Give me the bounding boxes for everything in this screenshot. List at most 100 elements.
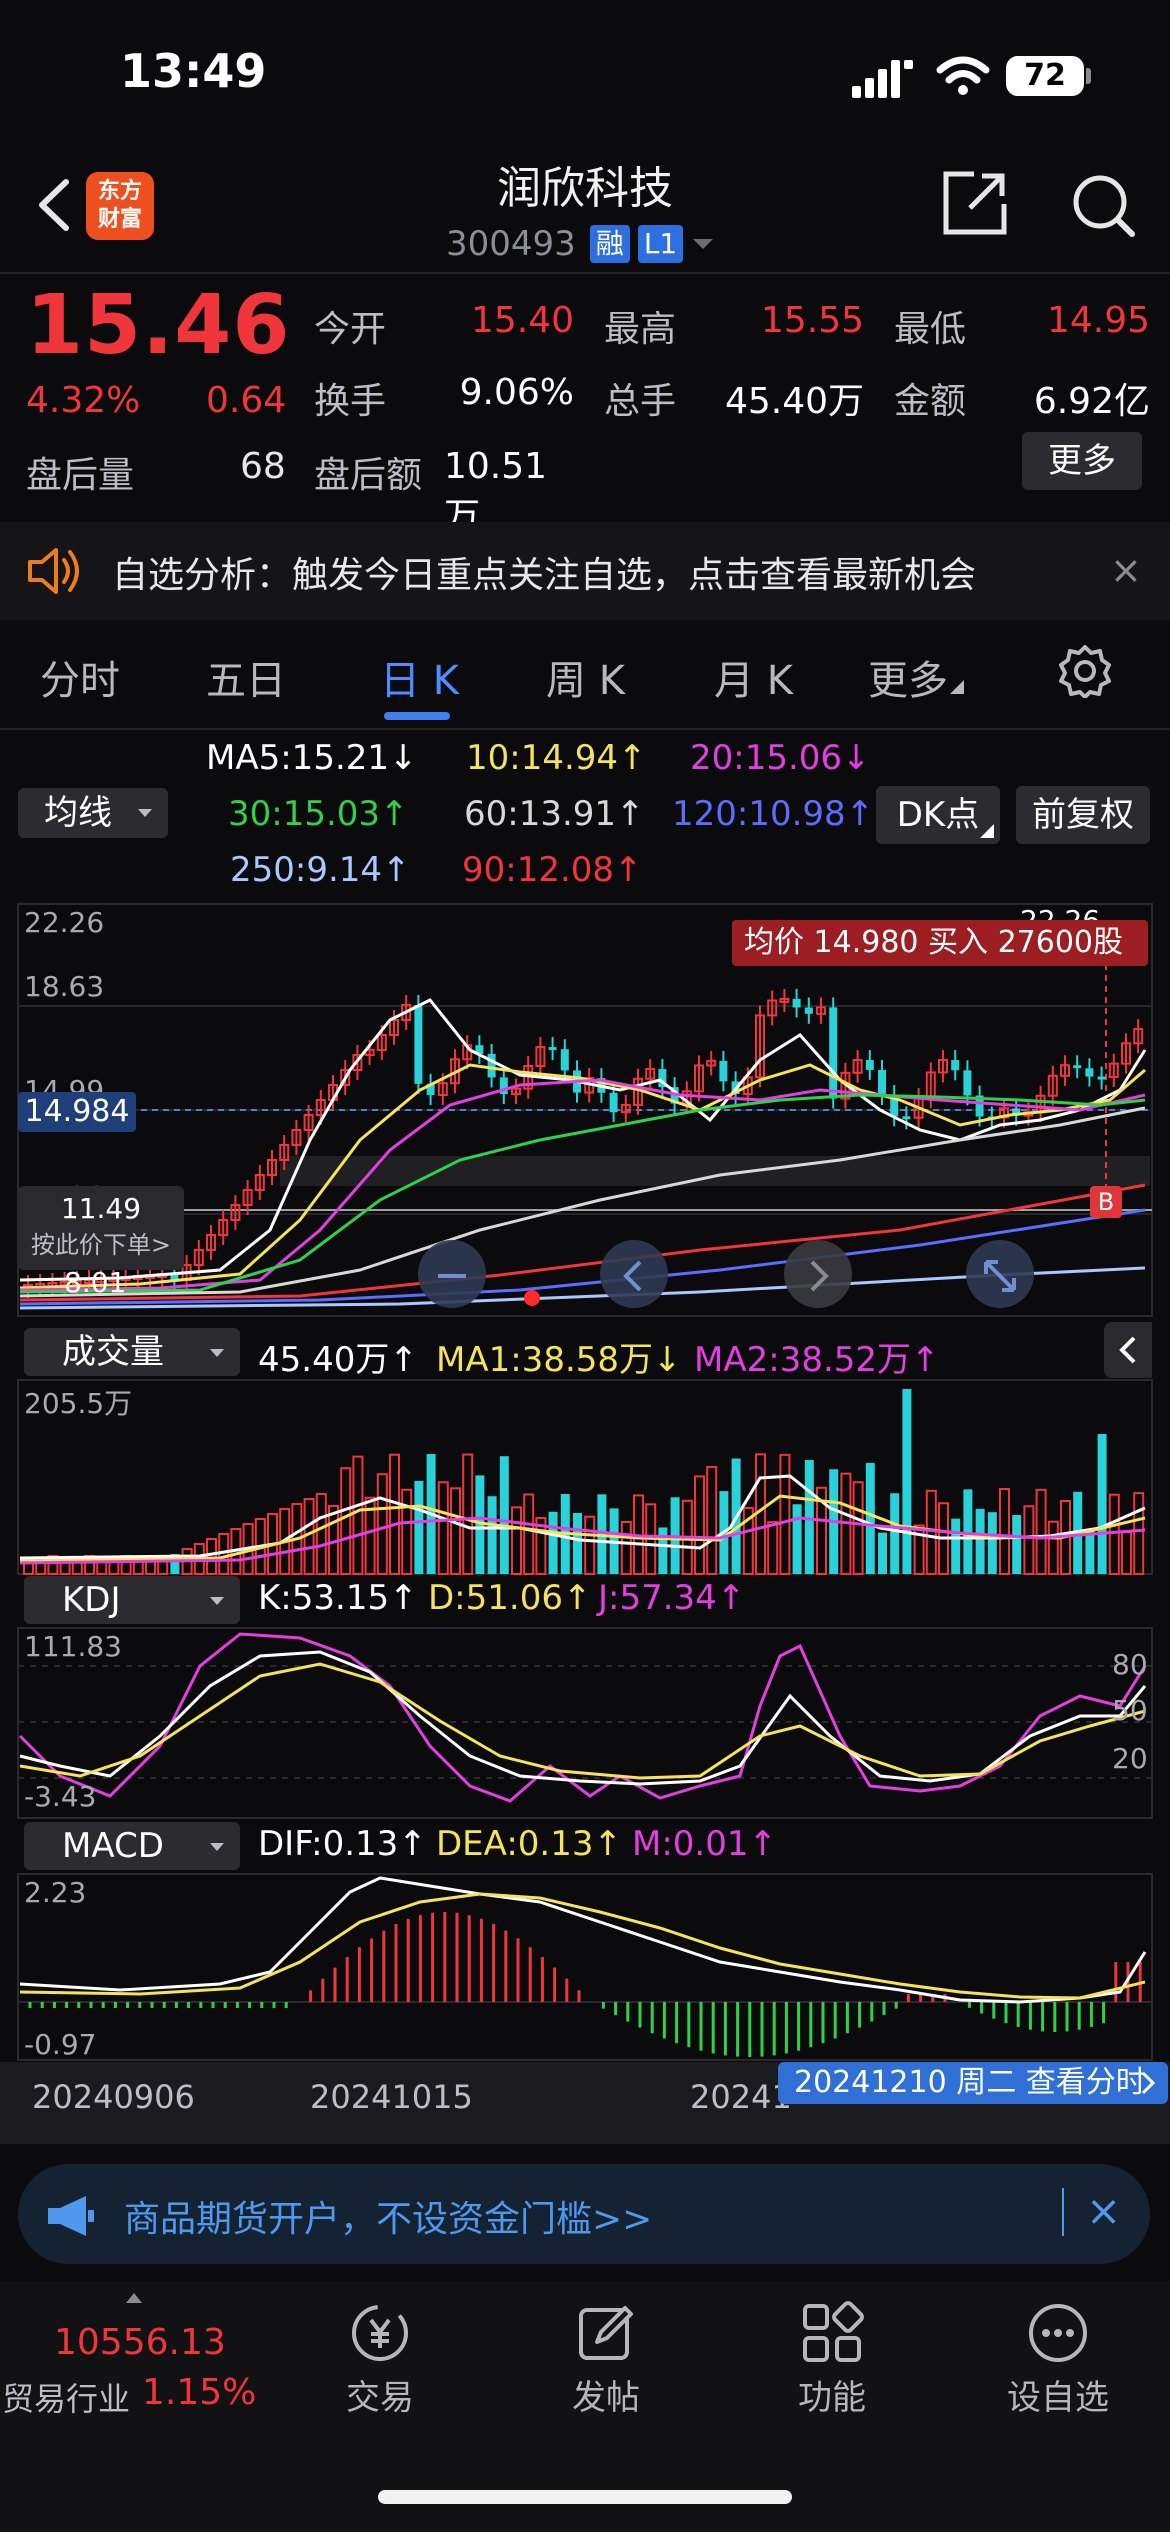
volume-bar (792, 1504, 802, 1574)
amount-value: 6.92亿 (1033, 381, 1150, 422)
index-name[interactable]: 贸易行业 (2, 2374, 130, 2420)
volume-bar (1035, 1488, 1047, 1575)
tab-weekly-k[interactable]: 周 K (546, 648, 625, 706)
dk-point-label: DK点 (896, 795, 980, 835)
ma90-label: 90:12.08↑ (462, 850, 643, 890)
kdj-axis-bottom: -3.43 (24, 1780, 97, 1813)
nav-features[interactable]: 功能 (742, 2300, 922, 2430)
tab-daily-k[interactable]: 日 K (380, 648, 459, 706)
volume-bar (779, 1453, 791, 1575)
chevron-right-icon (810, 1260, 829, 1292)
tabs-divider (0, 728, 1170, 730)
ma5-label: MA5:15.21↓ (206, 738, 418, 778)
current-price-tag: 14.984 (18, 1092, 136, 1132)
notice-text[interactable]: 自选分析：触发今日重点关注自选，点击查看最新机会 (112, 546, 976, 598)
home-indicator[interactable] (378, 2490, 792, 2504)
corner-triangle-icon (980, 824, 994, 838)
caret-down-icon (210, 1597, 224, 1605)
signal-icon (852, 60, 914, 98)
kline-axis-top: 22.26 (24, 906, 105, 939)
scroll-right-button[interactable] (790, 1248, 846, 1304)
tab-intraday[interactable]: 分时 (40, 648, 120, 706)
tab-more[interactable]: 更多 (868, 648, 964, 706)
fullscreen-button[interactable] (972, 1248, 1028, 1304)
volume-bar (1121, 1531, 1132, 1575)
search-button[interactable] (1070, 172, 1136, 238)
notice-close-button[interactable]: × (1110, 548, 1142, 592)
turnover-label: 换手 (314, 381, 387, 422)
volume-bar (1047, 1520, 1059, 1575)
buy-marker[interactable]: B (1090, 1186, 1122, 1218)
volume-bar (987, 1512, 997, 1574)
index-percent[interactable]: 1.15% (142, 2372, 256, 2413)
dk-point-button[interactable]: DK点 (876, 786, 1000, 844)
volume-bar (878, 1532, 887, 1574)
chevron-left-icon (623, 1260, 642, 1292)
nav-trade-label: 交易 (346, 2378, 414, 2418)
ad-text[interactable]: 商品期货开户，不设资金门槛>> (124, 2190, 652, 2242)
caret-up-icon (124, 2290, 144, 2304)
scroll-left-button[interactable] (606, 1248, 662, 1304)
selected-date-tooltip[interactable]: 20241210 周二 查看分时 (778, 2062, 1168, 2104)
price-adjust-button[interactable]: 前复权 (1016, 786, 1150, 844)
wifi-icon (936, 56, 990, 96)
status-time: 13:49 (120, 44, 267, 98)
ma120-label: 120:10.98↑ (672, 794, 875, 834)
candle-body (878, 1069, 886, 1096)
caret-down-icon (210, 1349, 224, 1357)
after-hours-volume: 68 (240, 446, 286, 487)
yuan-exchange-icon (352, 2305, 408, 2361)
ad-close-button[interactable]: × (1086, 2186, 1121, 2235)
share-button[interactable] (940, 168, 1010, 238)
chart-settings-button[interactable] (1058, 644, 1112, 708)
kdj-level-50: 50 (1112, 1694, 1148, 1727)
selected-date-text: 20241210 周二 查看分时 (794, 2065, 1146, 2100)
tab-five-day[interactable]: 五日 (206, 648, 286, 706)
nav-add-watchlist[interactable]: 设自选 (968, 2300, 1148, 2430)
change-amount: 0.64 (206, 380, 287, 421)
side-panel-toggle[interactable] (1104, 1322, 1152, 1378)
volume-bar (450, 1487, 461, 1575)
search-icon (1073, 175, 1135, 237)
stock-code-row[interactable]: 300493 融 L1 (446, 224, 715, 264)
volume-bar (975, 1508, 985, 1574)
kdj-axis-top: 111.83 (24, 1630, 122, 1663)
zoom-out-button[interactable] (424, 1248, 480, 1304)
kline-low-label: 8.01 (64, 1266, 127, 1299)
volume-bar (694, 1475, 705, 1575)
candle-body (902, 1116, 911, 1120)
chart-tabs: 分时 五日 日 K 周 K 月 K 更多 (0, 630, 1170, 726)
cursor-order-hint: 按此价下单> (30, 1231, 172, 1259)
candle-body (1097, 1076, 1106, 1080)
ma60-label: 60:13.91↑ (464, 794, 645, 834)
nav-trade[interactable]: 交易 (290, 2300, 470, 2430)
tab-monthly-k[interactable]: 月 K (714, 648, 793, 706)
level1-tag: L1 (637, 225, 684, 263)
index-value[interactable]: 10556.13 (54, 2322, 226, 2363)
order-at-price-box[interactable]: 11.49 按此价下单> (18, 1186, 184, 1270)
macd-selector-label: MACD (62, 1826, 164, 1866)
volume-chart[interactable] (0, 1378, 1170, 1578)
active-tab-indicator (384, 712, 450, 720)
macd-chart[interactable] (0, 1872, 1170, 2062)
volume-bar (890, 1493, 900, 1574)
nav-post[interactable]: 发帖 (516, 2300, 696, 2430)
minus-icon (438, 1274, 466, 1278)
more-button[interactable]: 更多 (1022, 432, 1142, 490)
average-cost-banner[interactable]: 均价 14.980 买入 27600股 (732, 920, 1148, 966)
ma-selector[interactable]: 均线 (18, 788, 168, 838)
ma20-label: 20:15.06↓ (690, 738, 871, 778)
macd-selector[interactable]: MACD (24, 1822, 240, 1870)
volume-bar (511, 1506, 522, 1575)
high-value: 15.55 (760, 300, 864, 341)
low-value: 14.95 (1046, 300, 1150, 341)
volume-bar (620, 1520, 632, 1576)
volume-selector[interactable]: 成交量 (24, 1328, 240, 1376)
volume-selector-label: 成交量 (62, 1332, 164, 1372)
date-label-2: 20241015 (310, 2078, 473, 2116)
ma30-label: 30:15.03↑ (228, 794, 409, 834)
more-dots-icon (1029, 2304, 1087, 2362)
kdj-selector[interactable]: KDJ (24, 1576, 240, 1624)
volume-bar (499, 1456, 509, 1574)
kdj-chart[interactable] (0, 1626, 1170, 1822)
